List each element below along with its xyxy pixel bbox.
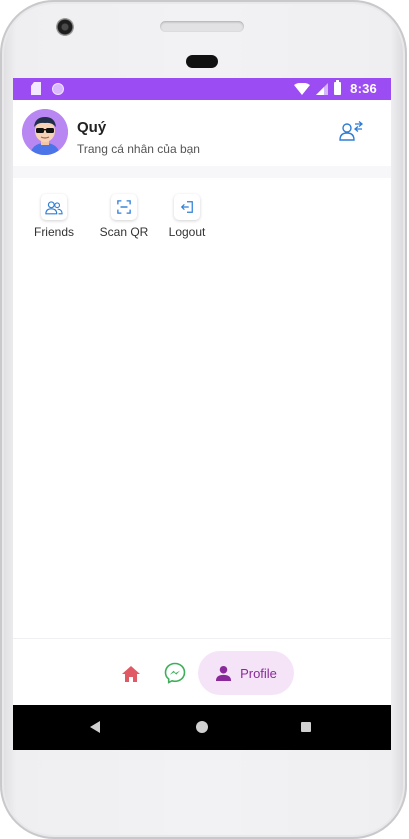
user-name: Quý: [77, 119, 107, 136]
notification-dot-icon: [52, 82, 64, 95]
battery-icon: [334, 80, 342, 95]
switch-account-icon[interactable]: [338, 120, 364, 144]
friends-icon: [45, 200, 63, 214]
scan-qr-button[interactable]: Scan QR: [89, 194, 159, 239]
person-icon: [216, 665, 232, 681]
logout-icon: [180, 201, 193, 213]
front-camera: [56, 18, 74, 36]
nav-profile-tab[interactable]: Profile: [198, 651, 294, 695]
proximity-sensor: [186, 55, 218, 68]
messenger-icon[interactable]: [163, 661, 187, 685]
quick-actions: Friends Scan QR Logout: [13, 194, 391, 254]
home-icon[interactable]: [119, 663, 143, 685]
system-navigation-bar: [13, 705, 391, 750]
back-icon[interactable]: [90, 721, 100, 733]
phone-frame: 8:36 Quý Trang cá nhân của bạn Friends S…: [0, 0, 407, 839]
screen: 8:36 Quý Trang cá nhân của bạn Friends S…: [13, 78, 391, 750]
logout-label: Logout: [168, 225, 206, 239]
profile-header: Quý Trang cá nhân của bạn: [13, 100, 391, 166]
logout-button[interactable]: Logout: [152, 194, 222, 239]
home-circle-icon[interactable]: [196, 721, 208, 733]
bottom-navigation: Profile: [13, 638, 391, 706]
avatar[interactable]: [22, 109, 68, 155]
profile-subtitle: Trang cá nhân của bạn: [77, 142, 200, 156]
nav-profile-label: Profile: [240, 665, 277, 681]
status-bar: 8:36: [13, 78, 391, 100]
sd-card-icon: [31, 82, 41, 95]
section-divider: [13, 166, 391, 178]
scan-qr-icon: [117, 200, 131, 214]
status-time: 8:36: [350, 81, 377, 96]
wifi-icon: [294, 82, 311, 95]
avatar-sunglasses-icon: [22, 109, 68, 155]
friends-button[interactable]: Friends: [19, 194, 89, 239]
signal-icon: [316, 82, 329, 95]
earpiece-speaker: [160, 21, 244, 32]
friends-label: Friends: [33, 225, 74, 239]
scan-qr-label: Scan QR: [99, 225, 149, 239]
recents-icon[interactable]: [301, 722, 311, 732]
